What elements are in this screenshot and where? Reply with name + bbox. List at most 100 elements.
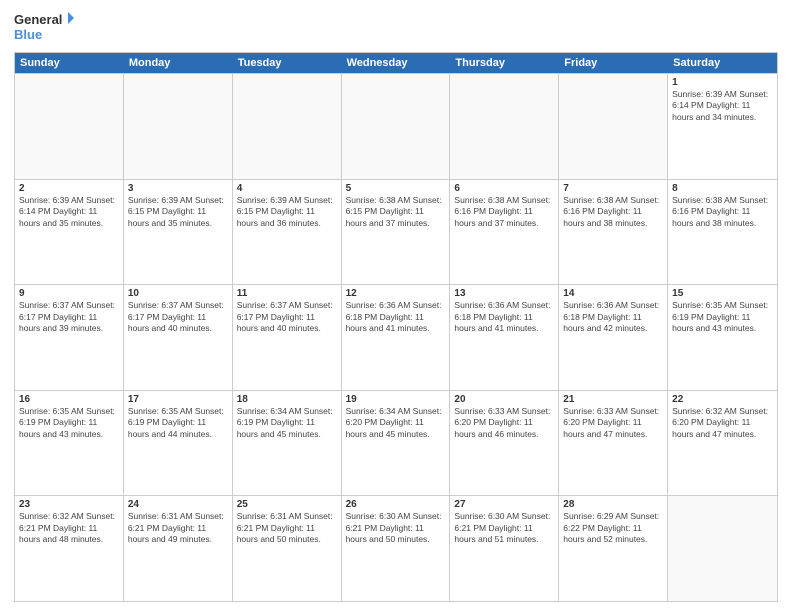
day-info: Sunrise: 6:35 AM Sunset: 6:19 PM Dayligh… <box>19 406 119 440</box>
day-number: 16 <box>19 394 119 405</box>
day-info: Sunrise: 6:29 AM Sunset: 6:22 PM Dayligh… <box>563 511 663 545</box>
day-header-friday: Friday <box>559 53 668 73</box>
week-row-0: 1Sunrise: 6:39 AM Sunset: 6:14 PM Daylig… <box>15 73 777 179</box>
day-cell <box>124 74 233 179</box>
day-number: 12 <box>346 288 446 299</box>
day-cell: 10Sunrise: 6:37 AM Sunset: 6:17 PM Dayli… <box>124 285 233 390</box>
day-cell: 9Sunrise: 6:37 AM Sunset: 6:17 PM Daylig… <box>15 285 124 390</box>
day-cell: 20Sunrise: 6:33 AM Sunset: 6:20 PM Dayli… <box>450 391 559 496</box>
day-number: 20 <box>454 394 554 405</box>
day-cell: 12Sunrise: 6:36 AM Sunset: 6:18 PM Dayli… <box>342 285 451 390</box>
day-header-thursday: Thursday <box>450 53 559 73</box>
day-number: 22 <box>672 394 773 405</box>
day-number: 7 <box>563 183 663 194</box>
day-cell: 3Sunrise: 6:39 AM Sunset: 6:15 PM Daylig… <box>124 180 233 285</box>
day-info: Sunrise: 6:34 AM Sunset: 6:19 PM Dayligh… <box>237 406 337 440</box>
day-info: Sunrise: 6:32 AM Sunset: 6:20 PM Dayligh… <box>672 406 773 440</box>
day-cell <box>15 74 124 179</box>
day-cell <box>233 74 342 179</box>
day-cell: 26Sunrise: 6:30 AM Sunset: 6:21 PM Dayli… <box>342 496 451 601</box>
day-info: Sunrise: 6:31 AM Sunset: 6:21 PM Dayligh… <box>237 511 337 545</box>
day-number: 25 <box>237 499 337 510</box>
day-cell: 21Sunrise: 6:33 AM Sunset: 6:20 PM Dayli… <box>559 391 668 496</box>
day-header-saturday: Saturday <box>668 53 777 73</box>
day-cell: 5Sunrise: 6:38 AM Sunset: 6:15 PM Daylig… <box>342 180 451 285</box>
day-cell: 17Sunrise: 6:35 AM Sunset: 6:19 PM Dayli… <box>124 391 233 496</box>
day-number: 28 <box>563 499 663 510</box>
day-info: Sunrise: 6:32 AM Sunset: 6:21 PM Dayligh… <box>19 511 119 545</box>
day-info: Sunrise: 6:36 AM Sunset: 6:18 PM Dayligh… <box>454 300 554 334</box>
day-info: Sunrise: 6:35 AM Sunset: 6:19 PM Dayligh… <box>128 406 228 440</box>
day-number: 10 <box>128 288 228 299</box>
weeks: 1Sunrise: 6:39 AM Sunset: 6:14 PM Daylig… <box>15 73 777 601</box>
day-cell: 8Sunrise: 6:38 AM Sunset: 6:16 PM Daylig… <box>668 180 777 285</box>
day-cell: 6Sunrise: 6:38 AM Sunset: 6:16 PM Daylig… <box>450 180 559 285</box>
day-cell: 11Sunrise: 6:37 AM Sunset: 6:17 PM Dayli… <box>233 285 342 390</box>
day-cell: 2Sunrise: 6:39 AM Sunset: 6:14 PM Daylig… <box>15 180 124 285</box>
day-number: 6 <box>454 183 554 194</box>
day-info: Sunrise: 6:39 AM Sunset: 6:14 PM Dayligh… <box>672 89 773 123</box>
day-cell <box>342 74 451 179</box>
day-number: 9 <box>19 288 119 299</box>
day-cell <box>559 74 668 179</box>
day-info: Sunrise: 6:30 AM Sunset: 6:21 PM Dayligh… <box>454 511 554 545</box>
day-number: 8 <box>672 183 773 194</box>
day-cell: 24Sunrise: 6:31 AM Sunset: 6:21 PM Dayli… <box>124 496 233 601</box>
day-info: Sunrise: 6:39 AM Sunset: 6:15 PM Dayligh… <box>128 195 228 229</box>
day-info: Sunrise: 6:34 AM Sunset: 6:20 PM Dayligh… <box>346 406 446 440</box>
day-cell: 19Sunrise: 6:34 AM Sunset: 6:20 PM Dayli… <box>342 391 451 496</box>
day-number: 1 <box>672 77 773 88</box>
day-cell: 27Sunrise: 6:30 AM Sunset: 6:21 PM Dayli… <box>450 496 559 601</box>
day-cell: 22Sunrise: 6:32 AM Sunset: 6:20 PM Dayli… <box>668 391 777 496</box>
day-info: Sunrise: 6:38 AM Sunset: 6:15 PM Dayligh… <box>346 195 446 229</box>
week-row-4: 23Sunrise: 6:32 AM Sunset: 6:21 PM Dayli… <box>15 495 777 601</box>
day-info: Sunrise: 6:35 AM Sunset: 6:19 PM Dayligh… <box>672 300 773 334</box>
day-info: Sunrise: 6:30 AM Sunset: 6:21 PM Dayligh… <box>346 511 446 545</box>
day-cell: 16Sunrise: 6:35 AM Sunset: 6:19 PM Dayli… <box>15 391 124 496</box>
day-number: 21 <box>563 394 663 405</box>
day-number: 18 <box>237 394 337 405</box>
logo-svg: General Blue <box>14 10 74 46</box>
day-header-monday: Monday <box>124 53 233 73</box>
day-cell: 25Sunrise: 6:31 AM Sunset: 6:21 PM Dayli… <box>233 496 342 601</box>
day-number: 3 <box>128 183 228 194</box>
day-info: Sunrise: 6:36 AM Sunset: 6:18 PM Dayligh… <box>346 300 446 334</box>
day-info: Sunrise: 6:38 AM Sunset: 6:16 PM Dayligh… <box>672 195 773 229</box>
day-info: Sunrise: 6:33 AM Sunset: 6:20 PM Dayligh… <box>563 406 663 440</box>
day-number: 4 <box>237 183 337 194</box>
day-header-tuesday: Tuesday <box>233 53 342 73</box>
week-row-1: 2Sunrise: 6:39 AM Sunset: 6:14 PM Daylig… <box>15 179 777 285</box>
day-number: 27 <box>454 499 554 510</box>
day-info: Sunrise: 6:31 AM Sunset: 6:21 PM Dayligh… <box>128 511 228 545</box>
day-info: Sunrise: 6:36 AM Sunset: 6:18 PM Dayligh… <box>563 300 663 334</box>
day-cell: 4Sunrise: 6:39 AM Sunset: 6:15 PM Daylig… <box>233 180 342 285</box>
logo: General Blue <box>14 10 74 46</box>
day-number: 5 <box>346 183 446 194</box>
day-info: Sunrise: 6:37 AM Sunset: 6:17 PM Dayligh… <box>19 300 119 334</box>
day-number: 2 <box>19 183 119 194</box>
day-number: 26 <box>346 499 446 510</box>
day-cell: 7Sunrise: 6:38 AM Sunset: 6:16 PM Daylig… <box>559 180 668 285</box>
day-number: 13 <box>454 288 554 299</box>
calendar: SundayMondayTuesdayWednesdayThursdayFrid… <box>14 52 778 602</box>
svg-text:General: General <box>14 12 62 27</box>
day-header-sunday: Sunday <box>15 53 124 73</box>
day-cell <box>450 74 559 179</box>
day-cell: 23Sunrise: 6:32 AM Sunset: 6:21 PM Dayli… <box>15 496 124 601</box>
day-cell: 13Sunrise: 6:36 AM Sunset: 6:18 PM Dayli… <box>450 285 559 390</box>
svg-text:Blue: Blue <box>14 27 42 42</box>
day-header-wednesday: Wednesday <box>342 53 451 73</box>
day-cell: 28Sunrise: 6:29 AM Sunset: 6:22 PM Dayli… <box>559 496 668 601</box>
day-cell: 14Sunrise: 6:36 AM Sunset: 6:18 PM Dayli… <box>559 285 668 390</box>
day-number: 11 <box>237 288 337 299</box>
day-info: Sunrise: 6:39 AM Sunset: 6:14 PM Dayligh… <box>19 195 119 229</box>
day-number: 14 <box>563 288 663 299</box>
day-info: Sunrise: 6:33 AM Sunset: 6:20 PM Dayligh… <box>454 406 554 440</box>
day-number: 15 <box>672 288 773 299</box>
header: General Blue <box>14 10 778 46</box>
day-info: Sunrise: 6:38 AM Sunset: 6:16 PM Dayligh… <box>563 195 663 229</box>
day-info: Sunrise: 6:37 AM Sunset: 6:17 PM Dayligh… <box>128 300 228 334</box>
day-cell: 1Sunrise: 6:39 AM Sunset: 6:14 PM Daylig… <box>668 74 777 179</box>
day-cell: 15Sunrise: 6:35 AM Sunset: 6:19 PM Dayli… <box>668 285 777 390</box>
week-row-2: 9Sunrise: 6:37 AM Sunset: 6:17 PM Daylig… <box>15 284 777 390</box>
